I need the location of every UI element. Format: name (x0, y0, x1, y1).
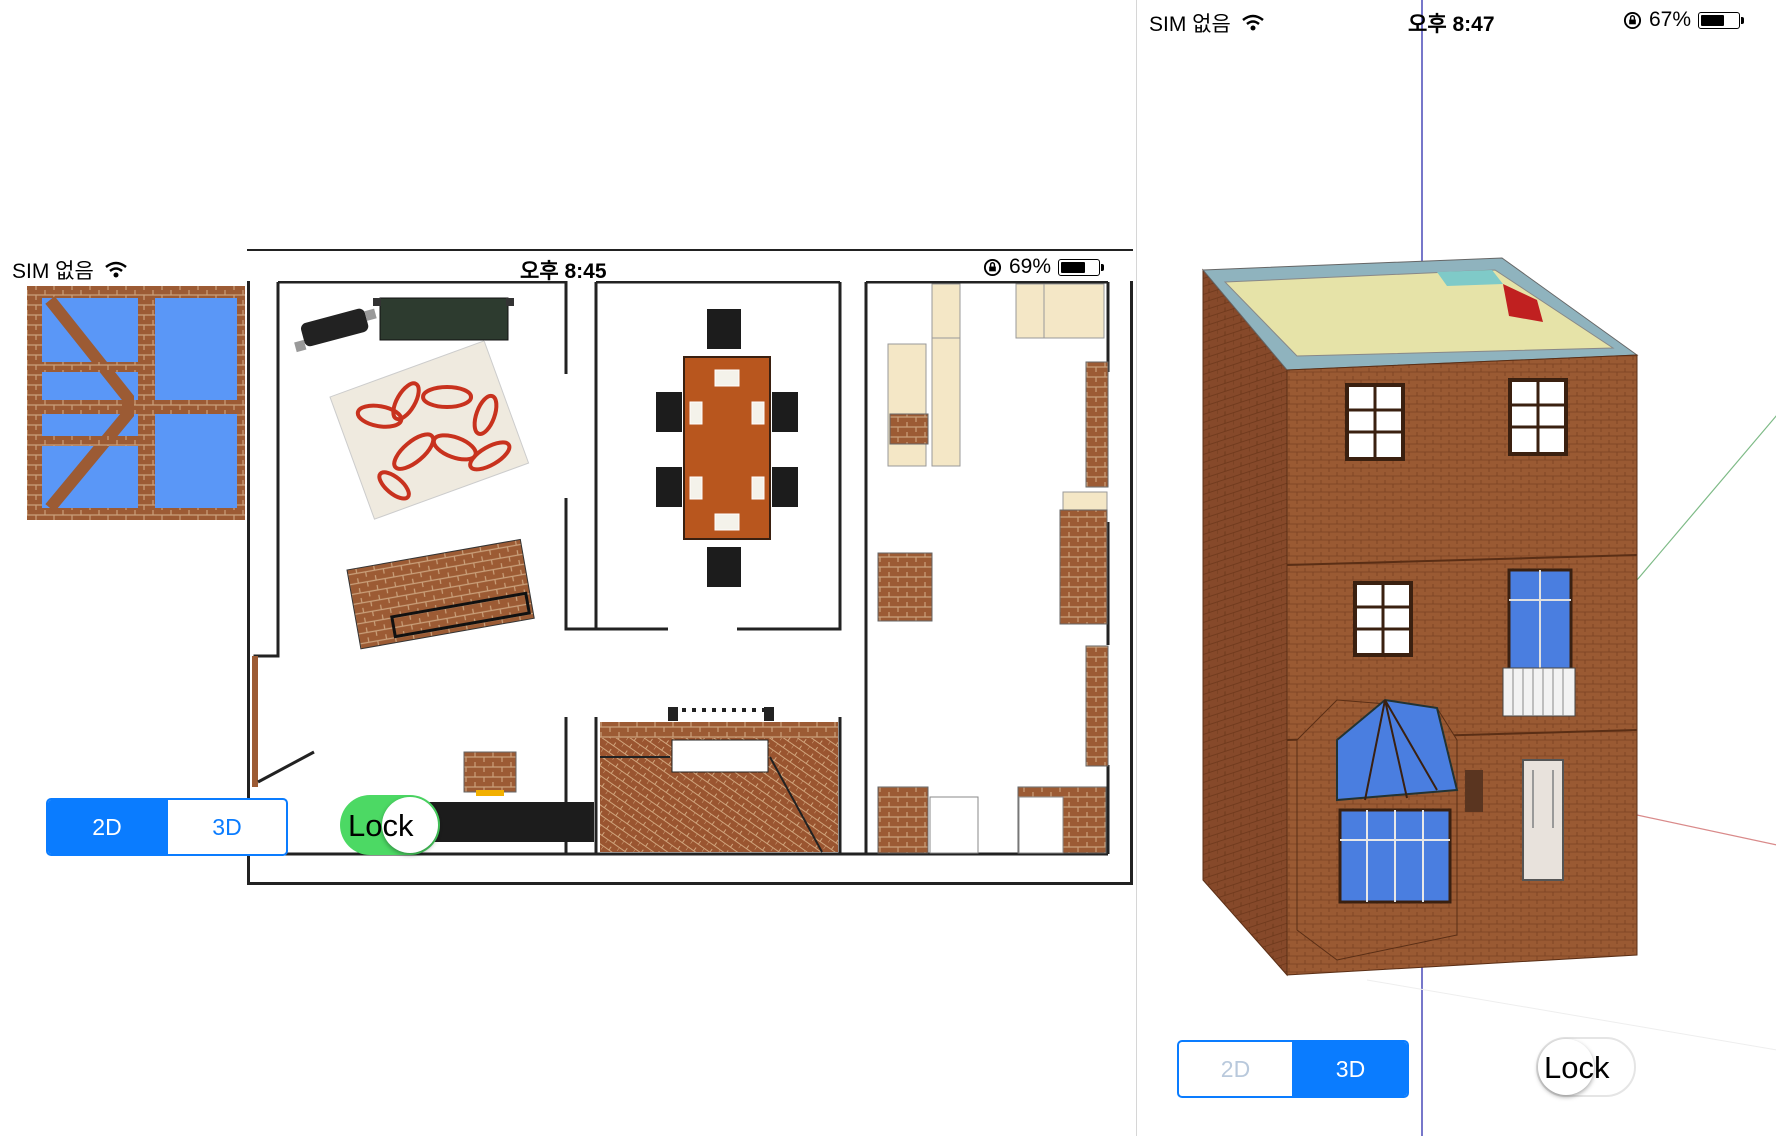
3d-model-canvas[interactable] (1137, 0, 1776, 1136)
rotation-lock-icon (1623, 11, 1642, 29)
lock-toggle[interactable]: Lock (1536, 1037, 1636, 1097)
conservatory[interactable] (1296, 698, 1459, 961)
left-screen-2d-view: SIM 없음 오후 8:45 69% 2D 3D Lock (0, 0, 1135, 1136)
right-screen-3d-view: SIM 없음 오후 8:47 67% 2D 3D Lock (1136, 0, 1776, 1136)
battery-icon (1698, 11, 1745, 29)
view-mode-segmented-control[interactable]: 2D 3D (1177, 1040, 1409, 1098)
house-model[interactable] (1201, 257, 1639, 977)
wifi-icon (1242, 14, 1264, 31)
dining-table[interactable] (656, 309, 798, 587)
status-time: 오후 8:47 (1408, 13, 1495, 36)
front-door[interactable] (252, 656, 315, 787)
rug[interactable] (329, 340, 530, 520)
sofa[interactable] (346, 538, 535, 650)
lock-label: Lock (348, 808, 414, 843)
tv-unit[interactable] (373, 297, 514, 341)
carrier-label: SIM 없음 (12, 260, 94, 283)
carrier-label: SIM 없음 (1149, 13, 1231, 36)
kitchen-worktops[interactable] (877, 361, 1109, 854)
floorplan-frame[interactable] (247, 249, 1133, 885)
wifi-icon (105, 261, 127, 278)
segment-2d[interactable]: 2D (1179, 1042, 1292, 1096)
status-bar: SIM 없음 오후 8:47 67% (1137, 4, 1776, 36)
staircase[interactable] (600, 707, 838, 853)
front-door[interactable] (1522, 759, 1564, 881)
kitchen-units[interactable] (887, 283, 1108, 511)
floorplan-drawing[interactable] (250, 252, 1130, 882)
battery-percent: 69% (1009, 255, 1052, 278)
lock-label: Lock (1544, 1050, 1610, 1085)
kitchen-appliances[interactable] (929, 796, 1064, 854)
lock-toggle[interactable]: Lock (340, 795, 440, 855)
segment-3d[interactable]: 3D (166, 800, 286, 854)
conservatory-plan[interactable] (27, 286, 245, 520)
window[interactable] (1353, 581, 1413, 657)
armchair[interactable] (290, 305, 380, 353)
status-bar: SIM 없음 오후 8:45 69% (0, 251, 1135, 283)
window[interactable] (1345, 383, 1405, 461)
status-time: 오후 8:45 (520, 260, 607, 283)
view-mode-segmented-control[interactable]: 2D 3D (46, 798, 288, 856)
battery-percent: 67% (1649, 8, 1692, 31)
balcony-door[interactable] (1502, 568, 1576, 717)
segment-3d[interactable]: 3D (1292, 1042, 1407, 1096)
segment-2d[interactable]: 2D (48, 800, 166, 854)
rotation-lock-icon (983, 258, 1002, 276)
battery-icon (1058, 258, 1105, 276)
window[interactable] (1508, 378, 1568, 456)
